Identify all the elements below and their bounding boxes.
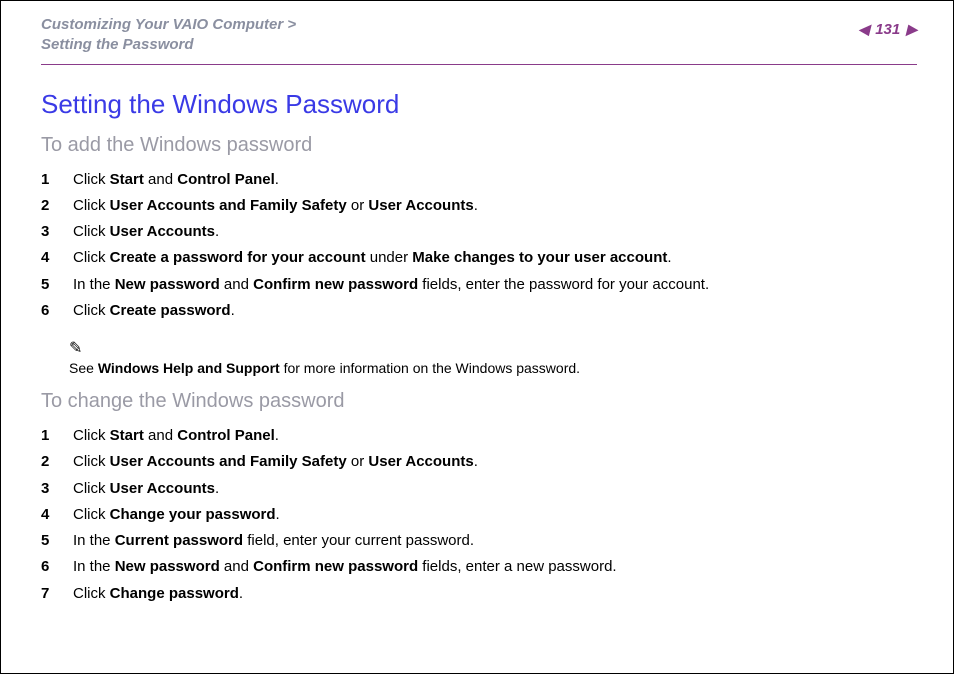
step-text: In the New password and Confirm new pass…	[73, 272, 709, 298]
step-number: 2	[41, 449, 55, 475]
step-item: 5 In the New password and Confirm new pas…	[41, 272, 917, 298]
step-text: Click User Accounts.	[73, 476, 219, 502]
step-number: 4	[41, 502, 55, 528]
step-number: 4	[41, 245, 55, 271]
step-number: 7	[41, 581, 55, 607]
step-number: 1	[41, 167, 55, 193]
step-item: 2 Click User Accounts and Family Safety o…	[41, 193, 917, 219]
breadcrumb: Customizing Your VAIO Computer > Setting…	[41, 15, 296, 56]
breadcrumb-line-2: Setting the Password	[41, 35, 296, 55]
step-item: 3 Click User Accounts.	[41, 219, 917, 245]
page-title: Setting the Windows Password	[41, 89, 917, 120]
step-text: In the New password and Confirm new pass…	[73, 554, 617, 580]
step-number: 3	[41, 476, 55, 502]
step-number: 1	[41, 423, 55, 449]
step-number: 2	[41, 193, 55, 219]
step-number: 3	[41, 219, 55, 245]
steps-add: 1 Click Start and Control Panel. 2 Click Us…	[41, 167, 917, 325]
step-item: 2 Click User Accounts and Family Safety o…	[41, 449, 917, 475]
note: ✎ See Windows Help and Support for more …	[69, 338, 917, 376]
step-item: 6 Click Create password.	[41, 298, 917, 324]
step-text: Click Change your password.	[73, 502, 280, 528]
step-item: 3 Click User Accounts.	[41, 476, 917, 502]
step-number: 5	[41, 528, 55, 554]
step-text: Click User Accounts and Family Safety or…	[73, 193, 478, 219]
step-item: 4 Click Change your password.	[41, 502, 917, 528]
step-text: In the Current password field, enter you…	[73, 528, 474, 554]
section-change-heading: To change the Windows password	[41, 390, 917, 413]
step-item: 4 Click Create a password for your accoun…	[41, 245, 917, 271]
step-number: 5	[41, 272, 55, 298]
next-page-icon[interactable]: ▶	[906, 21, 917, 38]
steps-change: 1 Click Start and Control Panel. 2 Click Us…	[41, 423, 917, 607]
note-text: See Windows Help and Support for more in…	[69, 360, 917, 376]
step-text: Click Start and Control Panel.	[73, 167, 279, 193]
prev-page-icon[interactable]: ◀	[858, 21, 869, 38]
step-text: Click Create password.	[73, 298, 235, 324]
step-text: Click Create a password for your account…	[73, 245, 672, 271]
step-item: 1 Click Start and Control Panel.	[41, 423, 917, 449]
step-number: 6	[41, 554, 55, 580]
page-header: Customizing Your VAIO Computer > Setting…	[1, 1, 953, 62]
breadcrumb-line-1: Customizing Your VAIO Computer >	[41, 15, 296, 35]
step-text: Click Start and Control Panel.	[73, 423, 279, 449]
step-item: 6 In the New password and Confirm new pas…	[41, 554, 917, 580]
section-add-heading: To add the Windows password	[41, 134, 917, 157]
step-item: 7 Click Change password.	[41, 581, 917, 607]
page-number: 131	[875, 21, 900, 38]
step-number: 6	[41, 298, 55, 324]
page-nav: ◀ 131 ▶	[858, 21, 917, 38]
page-content: Setting the Windows Password To add the …	[1, 65, 953, 607]
step-item: 1 Click Start and Control Panel.	[41, 167, 917, 193]
step-text: Click User Accounts and Family Safety or…	[73, 449, 478, 475]
step-text: Click Change password.	[73, 581, 243, 607]
step-item: 5 In the Current password field, enter yo…	[41, 528, 917, 554]
step-text: Click User Accounts.	[73, 219, 219, 245]
note-icon: ✎	[69, 338, 917, 358]
